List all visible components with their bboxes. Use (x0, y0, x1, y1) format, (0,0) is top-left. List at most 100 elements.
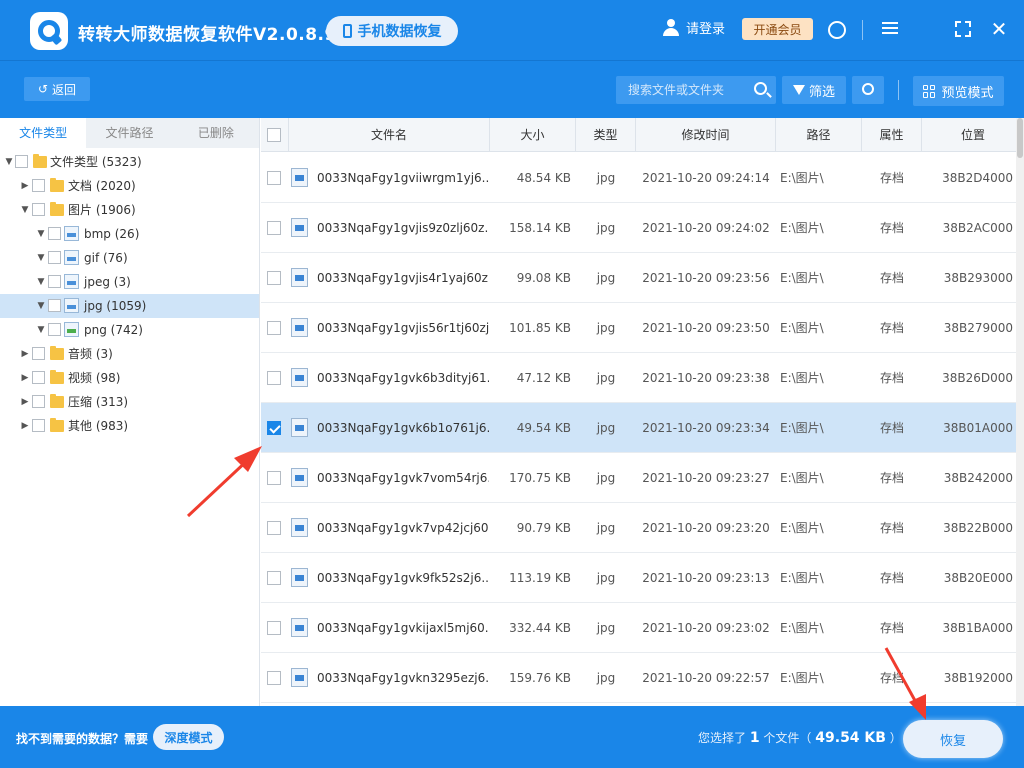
tree-item-all[interactable]: ▼ 文件类型 (5323) (0, 150, 259, 174)
column-header-type[interactable]: 类型 (576, 118, 636, 152)
tree-checkbox[interactable] (32, 371, 45, 384)
table-scrollbar[interactable] (1016, 118, 1024, 706)
tree-item-video[interactable]: ▶ 视频 (98) (0, 366, 259, 390)
tree-item-gif[interactable]: ▼ gif (76) (0, 246, 259, 270)
tree-item-images[interactable]: ▼ 图片 (1906) (0, 198, 259, 222)
table-row[interactable]: 0033NqaFgy1gvk6b3dityj61... 47.12 KB jpg 20… (261, 353, 1024, 403)
tree-checkbox[interactable] (32, 347, 45, 360)
expand-arrow-icon[interactable]: ▼ (36, 270, 46, 294)
cell-type: jpg (596, 571, 616, 585)
collapse-arrow-icon[interactable]: ▶ (20, 174, 30, 198)
row-checkbox[interactable] (267, 421, 281, 435)
login-link[interactable]: 请登录 (662, 18, 725, 37)
cell-attr: 存档 (879, 271, 904, 285)
mobile-recovery-button[interactable]: 手机数据恢复 (326, 16, 458, 46)
cell-position: 38B293000 (943, 271, 1013, 285)
row-checkbox[interactable] (267, 471, 281, 485)
expand-arrow-icon[interactable]: ▼ (4, 150, 14, 174)
table-row[interactable]: 0033NqaFgy1gvk6b1o761j6... 49.54 KB jpg 202… (261, 403, 1024, 453)
deep-mode-button[interactable]: 深度模式 (153, 724, 224, 750)
table-header: 文件名 大小 类型 修改时间 路径 属性 位置 (261, 118, 1024, 152)
search-icon[interactable] (754, 82, 767, 95)
expand-arrow-icon[interactable]: ▼ (36, 318, 46, 342)
filter-button[interactable]: 筛选 (782, 76, 846, 104)
search-input[interactable] (616, 76, 750, 104)
row-checkbox[interactable] (267, 221, 281, 235)
tree-item-png[interactable]: ▼ png (742) (0, 318, 259, 342)
tree-item-archive[interactable]: ▶ 压缩 (313) (0, 390, 259, 414)
cell-filename: 0033NqaFgy1gvk7vp42jcj60... (317, 521, 489, 535)
table-row[interactable]: 0033NqaFgy1gvkijaxl5mj60... 332.44 KB jpg 2… (261, 603, 1024, 653)
row-checkbox[interactable] (267, 671, 281, 685)
cell-size: 99.08 KB (516, 271, 571, 285)
cell-size: 332.44 KB (509, 621, 571, 635)
scroll-thumb[interactable] (1017, 118, 1023, 158)
support-icon[interactable] (828, 21, 846, 39)
tree-checkbox[interactable] (48, 227, 61, 240)
collapse-arrow-icon[interactable]: ▶ (20, 390, 30, 414)
row-checkbox[interactable] (267, 171, 281, 185)
tree-item-jpg[interactable]: ▼ jpg (1059) (0, 294, 259, 318)
column-header-path[interactable]: 路径 (776, 118, 862, 152)
column-header-name[interactable]: 文件名 (289, 118, 490, 152)
tree-item-bmp[interactable]: ▼ bmp (26) (0, 222, 259, 246)
tree-checkbox[interactable] (32, 203, 45, 216)
menu-icon[interactable] (880, 19, 900, 39)
preview-mode-button[interactable]: 预览模式 (913, 76, 1004, 106)
expand-arrow-icon[interactable]: ▼ (36, 294, 46, 318)
row-checkbox[interactable] (267, 521, 281, 535)
tab-file-path[interactable]: 文件路径 (86, 118, 172, 148)
close-icon[interactable]: ✕ (989, 19, 1009, 39)
tree-checkbox[interactable] (32, 419, 45, 432)
column-header-position[interactable]: 位置 (922, 118, 1024, 152)
tab-deleted[interactable]: 已删除 (173, 118, 259, 148)
select-all-checkbox[interactable] (267, 128, 281, 142)
column-header-attr[interactable]: 属性 (862, 118, 922, 152)
expand-arrow-icon[interactable]: ▼ (20, 198, 30, 222)
tree-checkbox[interactable] (48, 275, 61, 288)
column-header-time[interactable]: 修改时间 (636, 118, 776, 152)
column-header-size[interactable]: 大小 (490, 118, 576, 152)
title-bar: 转转大师数据恢复软件V2.0.8.9 手机数据恢复 请登录 开通会员 ✕ (0, 0, 1024, 60)
table-row[interactable]: 0033NqaFgy1gviiwrgm1yj6... 48.54 KB jpg 202… (261, 153, 1024, 203)
fullscreen-icon[interactable] (953, 19, 973, 39)
table-row[interactable]: 0033NqaFgy1gvkn3295ezj6... 159.76 KB jpg 20… (261, 653, 1024, 703)
selection-suffix: ） (889, 731, 902, 745)
tree-item-jpeg[interactable]: ▼ jpeg (3) (0, 270, 259, 294)
tree-item-other[interactable]: ▶ 其他 (983) (0, 414, 259, 438)
tree-checkbox[interactable] (15, 155, 28, 168)
recover-button[interactable]: 恢复 (903, 720, 1003, 758)
vip-button[interactable]: 开通会员 (742, 18, 813, 40)
row-checkbox[interactable] (267, 371, 281, 385)
row-checkbox[interactable] (267, 621, 281, 635)
cell-type: jpg (596, 321, 616, 335)
cell-type: jpg (596, 521, 616, 535)
tree-item-documents[interactable]: ▶ 文档 (2020) (0, 174, 259, 198)
tree-item-audio[interactable]: ▶ 音频 (3) (0, 342, 259, 366)
table-row[interactable]: 0033NqaFgy1gvk9fk52s2j6... 113.19 KB jpg 20… (261, 553, 1024, 603)
tree-checkbox[interactable] (32, 395, 45, 408)
collapse-arrow-icon[interactable]: ▶ (20, 414, 30, 438)
cell-position: 38B26D000 (942, 371, 1013, 385)
tree-checkbox[interactable] (32, 179, 45, 192)
table-row[interactable]: 0033NqaFgy1gvjis4r1yaj60z... 99.08 KB jpg 2… (261, 253, 1024, 303)
tab-file-type[interactable]: 文件类型 (0, 118, 87, 148)
collapse-arrow-icon[interactable]: ▶ (20, 366, 30, 390)
table-row[interactable]: 0033NqaFgy1gvjis9z0zlj60z... 158.14 KB jpg… (261, 203, 1024, 253)
expand-arrow-icon[interactable]: ▼ (36, 246, 46, 270)
cell-time: 2021-10-20 09:23:50 (642, 321, 770, 335)
scan-search-button[interactable] (852, 76, 884, 104)
row-checkbox[interactable] (267, 271, 281, 285)
table-row[interactable]: 0033NqaFgy1gvk7vp42jcj60... 90.79 KB jpg 20… (261, 503, 1024, 553)
back-button[interactable]: ↺ 返回 (24, 77, 90, 101)
table-row[interactable]: 0033NqaFgy1gvjis56r1tj60zj... 101.85 KB jp… (261, 303, 1024, 353)
tree-checkbox[interactable] (48, 251, 61, 264)
table-row[interactable]: 0033NqaFgy1gvk7vom54rj6... 170.75 KB jpg 20… (261, 453, 1024, 503)
tree-checkbox[interactable] (48, 323, 61, 336)
expand-arrow-icon[interactable]: ▼ (36, 222, 46, 246)
row-checkbox[interactable] (267, 571, 281, 585)
row-checkbox[interactable] (267, 321, 281, 335)
tree-item-label: 视频 (98) (68, 371, 121, 385)
collapse-arrow-icon[interactable]: ▶ (20, 342, 30, 366)
tree-checkbox[interactable] (48, 299, 61, 312)
